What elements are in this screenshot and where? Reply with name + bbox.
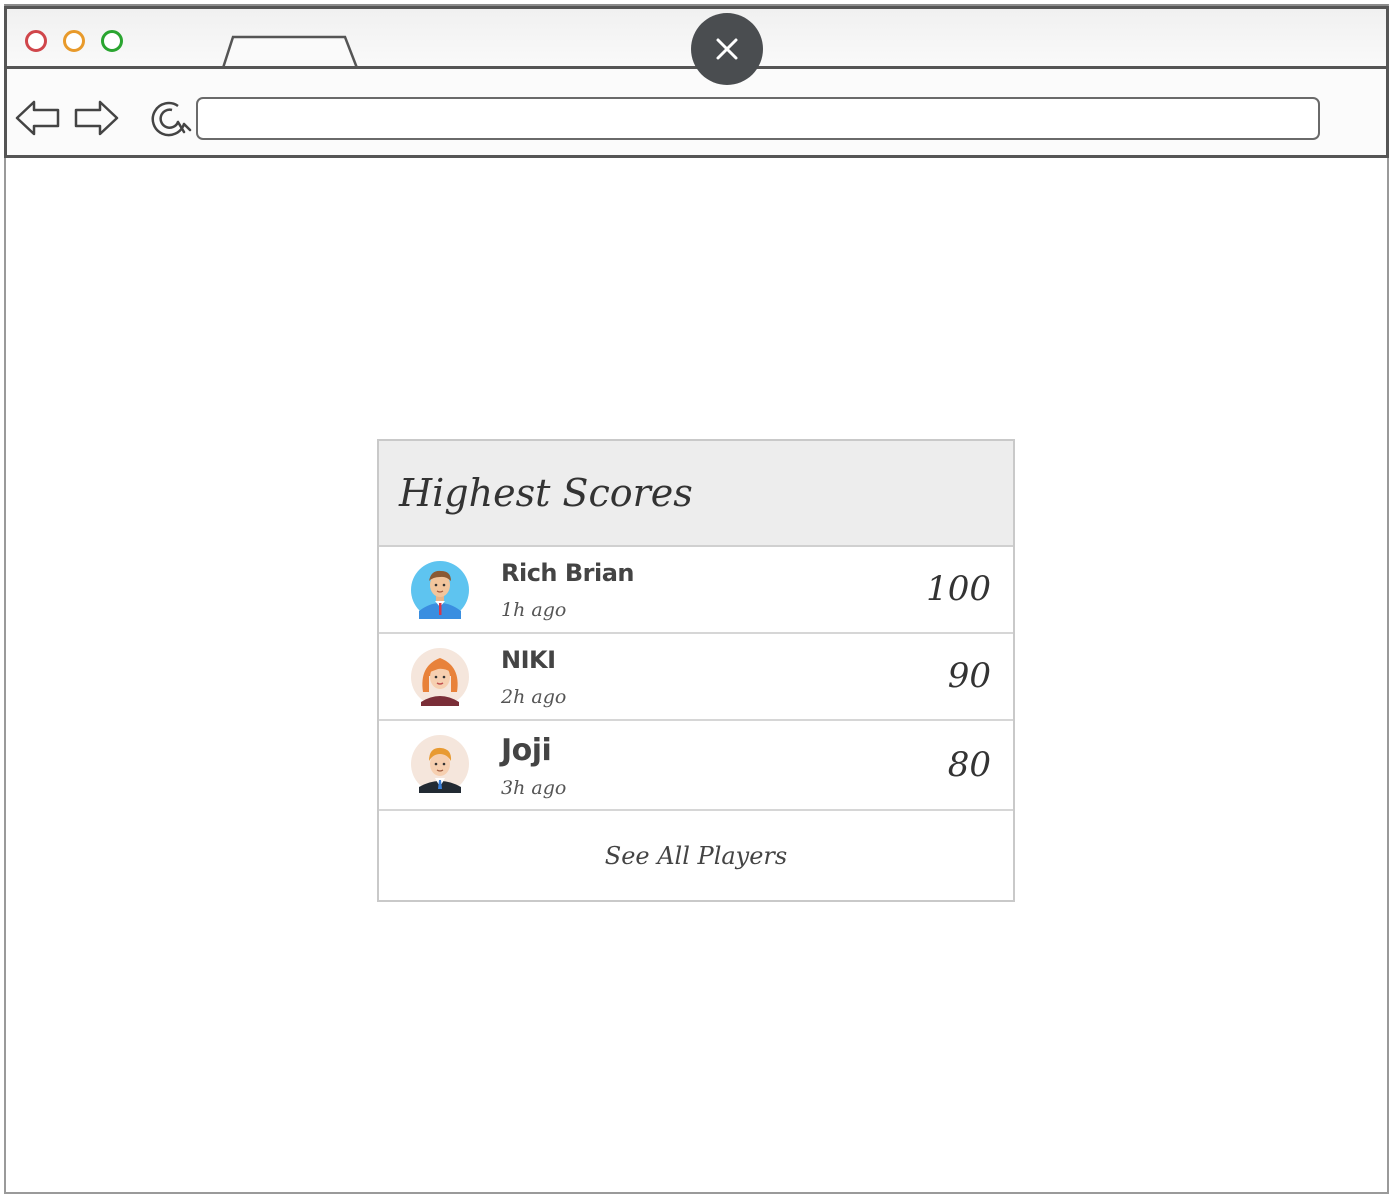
player-score: 100 [926, 569, 991, 609]
back-arrow-icon[interactable] [14, 98, 62, 138]
player-time: 3h ago [501, 777, 567, 799]
window-minimize-dot[interactable] [63, 30, 85, 52]
card-title: Highest Scores [399, 471, 693, 515]
see-all-players-link[interactable]: See All Players [379, 811, 1013, 900]
player-score: 80 [947, 745, 991, 785]
player-score: 90 [947, 656, 991, 696]
reload-icon[interactable] [148, 96, 194, 142]
player-time: 2h ago [501, 686, 567, 708]
woman-red-hair-avatar [411, 648, 469, 706]
man-suit-avatar [411, 735, 469, 793]
player-name: Rich Brian [501, 559, 635, 587]
player-row[interactable]: Rich Brian 1h ago 100 [379, 547, 1013, 634]
player-row[interactable]: NIKI 2h ago 90 [379, 634, 1013, 721]
player-name: NIKI [501, 646, 556, 674]
man-blue-shirt-avatar [411, 561, 469, 619]
forward-arrow-icon[interactable] [72, 98, 120, 138]
player-name: Joji [501, 733, 552, 768]
browser-tab[interactable] [221, 33, 361, 69]
player-time: 1h ago [501, 599, 567, 621]
address-bar[interactable] [196, 97, 1320, 140]
player-row[interactable]: Joji 3h ago 80 [379, 721, 1013, 811]
window-maximize-dot[interactable] [101, 30, 123, 52]
overlay-close-button[interactable] [691, 13, 763, 85]
highest-scores-card: Highest Scores Rich Brian 1h ago 100 NIK… [377, 439, 1015, 902]
close-icon [716, 38, 738, 60]
card-header: Highest Scores [379, 441, 1013, 547]
window-close-dot[interactable] [25, 30, 47, 52]
